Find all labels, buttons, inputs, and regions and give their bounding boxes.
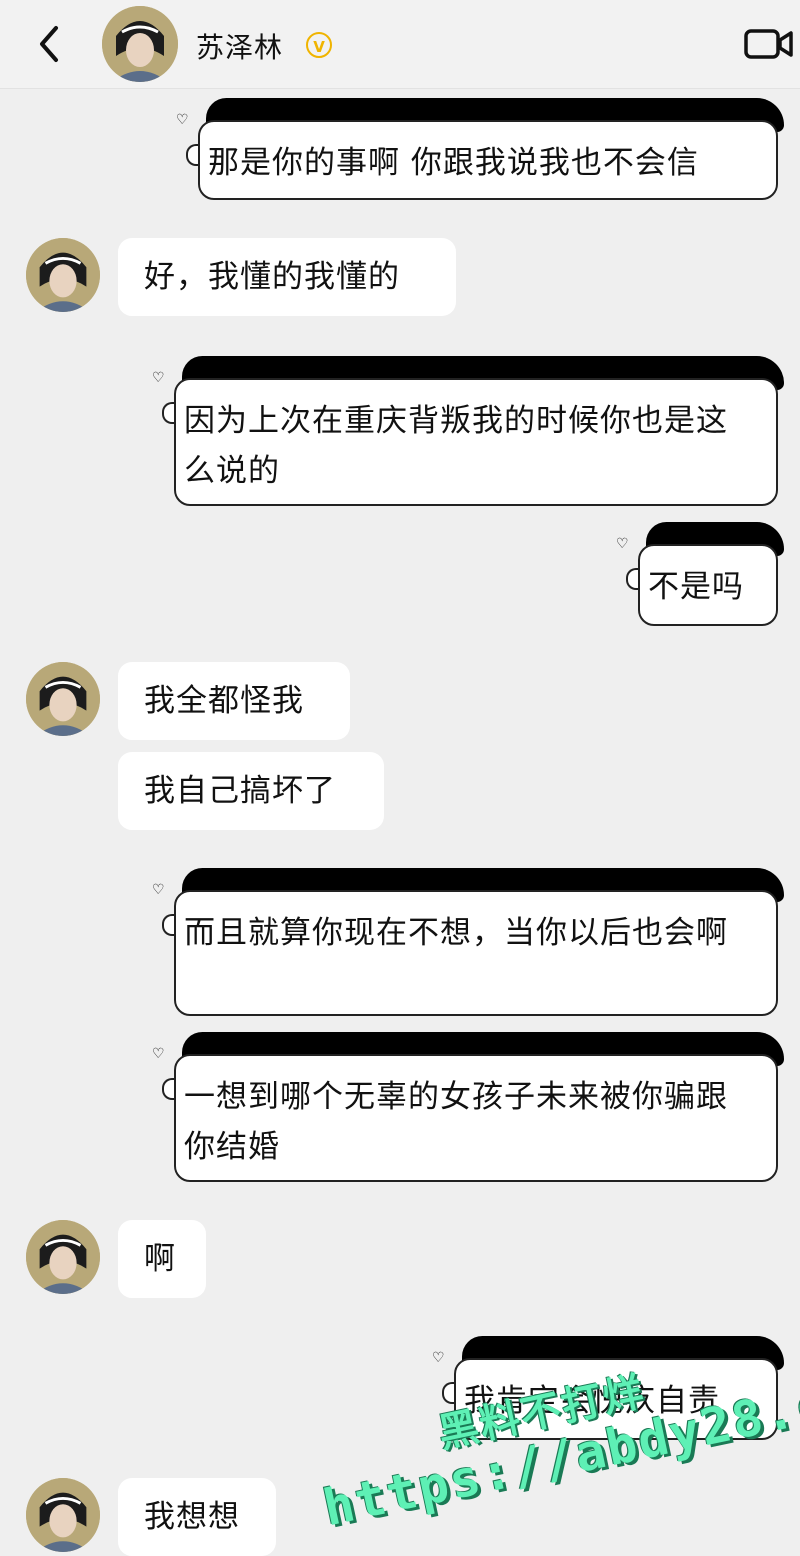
message-bubble-outgoing[interactable]: ♡ 因为上次在重庆背叛我的时候你也是这么说的	[152, 356, 784, 506]
contact-name: 苏泽林	[196, 31, 284, 64]
message-bubble-incoming[interactable]: 我想想	[118, 1478, 276, 1556]
message-text: 因为上次在重庆背叛我的时候你也是这么说的	[184, 403, 728, 489]
message-bubble-incoming[interactable]: 好，我懂的我懂的	[118, 238, 456, 316]
back-button[interactable]	[30, 22, 70, 66]
sender-avatar[interactable]	[26, 1478, 100, 1552]
message-bubble-outgoing[interactable]: ♡ 一想到哪个无辜的女孩子未来被你骗跟你结婚	[152, 1032, 784, 1182]
contact-avatar[interactable]	[102, 6, 178, 82]
message-text: 不是吗	[648, 569, 744, 605]
message-bubble-outgoing[interactable]: ♡ 而且就算你现在不想，当你以后也会啊	[152, 868, 784, 1016]
heart-icon: ♡	[616, 536, 629, 552]
message-bubble-incoming[interactable]: 我自己搞坏了	[118, 752, 384, 830]
message-text: 那是你的事啊 你跟我说我也不会信	[208, 145, 699, 181]
message-text: 一想到哪个无辜的女孩子未来被你骗跟你结婚	[184, 1079, 728, 1165]
sender-avatar[interactable]	[26, 662, 100, 736]
sender-avatar[interactable]	[26, 1220, 100, 1294]
heart-icon: ♡	[432, 1350, 445, 1366]
heart-icon: ♡	[152, 1046, 165, 1062]
video-camera-icon	[744, 29, 793, 59]
message-text: 而且就算你现在不想，当你以后也会啊	[184, 915, 728, 951]
chat-header: 苏泽林 V	[0, 0, 800, 89]
heart-icon: ♡	[176, 112, 189, 128]
heart-icon: ♡	[152, 370, 165, 386]
message-bubble-outgoing[interactable]: ♡ 那是你的事啊 你跟我说我也不会信	[176, 98, 784, 200]
chevron-left-icon	[40, 26, 58, 62]
verified-badge-icon: V	[306, 32, 332, 58]
heart-icon: ♡	[152, 882, 165, 898]
message-bubble-incoming[interactable]: 我全都怪我	[118, 662, 350, 740]
sender-avatar[interactable]	[26, 238, 100, 312]
message-bubble-incoming[interactable]: 啊	[118, 1220, 206, 1298]
message-bubble-outgoing[interactable]: ♡ 不是吗	[616, 522, 784, 626]
video-call-button[interactable]	[744, 28, 794, 60]
